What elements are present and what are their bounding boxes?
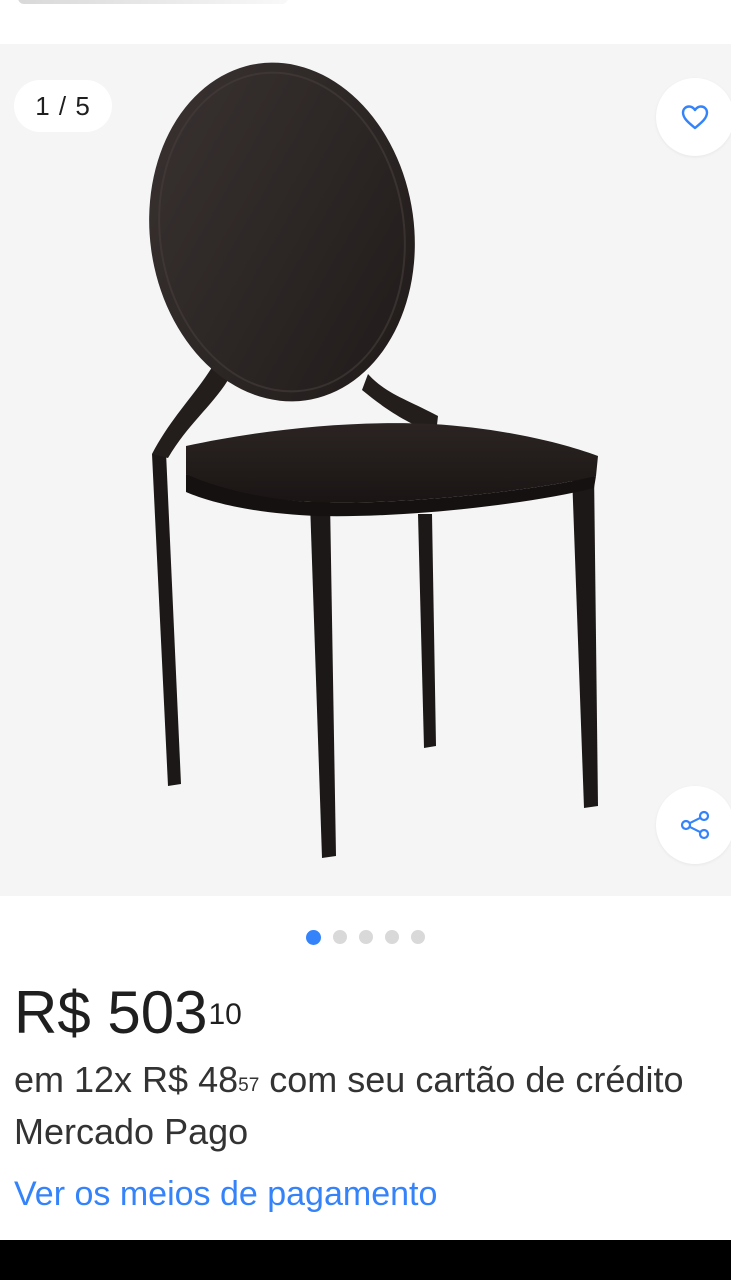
installments-cents: 57 (238, 1075, 260, 1096)
product-gallery[interactable]: 1 / 5 (0, 44, 731, 896)
price-cents: 10 (208, 998, 242, 1031)
heart-icon (681, 105, 709, 130)
bottom-bar (0, 1240, 731, 1280)
image-counter: 1 / 5 (14, 80, 112, 132)
pagination-dot-1[interactable] (306, 929, 321, 945)
pagination-dot-4[interactable] (385, 930, 399, 944)
share-icon (680, 810, 710, 840)
gallery-pagination[interactable] (0, 926, 731, 948)
installments-prefix: em 12x R$ 48 (14, 1059, 239, 1100)
pagination-dot-2[interactable] (333, 930, 347, 944)
pagination-dot-3[interactable] (359, 930, 373, 944)
price-main: R$ 503 (14, 979, 208, 1046)
installments-info: em 12x R$ 4857 com seu cartão de crédito… (14, 1054, 714, 1158)
product-image (149, 62, 598, 858)
payment-methods-link[interactable]: Ver os meios de pagamento (14, 1170, 437, 1218)
share-button[interactable] (656, 786, 731, 864)
top-strip (0, 0, 731, 44)
pagination-dot-5[interactable] (411, 930, 425, 944)
favorite-button[interactable] (656, 78, 731, 156)
cut-off-title (18, 0, 288, 4)
product-price: R$ 50310 (14, 978, 242, 1048)
